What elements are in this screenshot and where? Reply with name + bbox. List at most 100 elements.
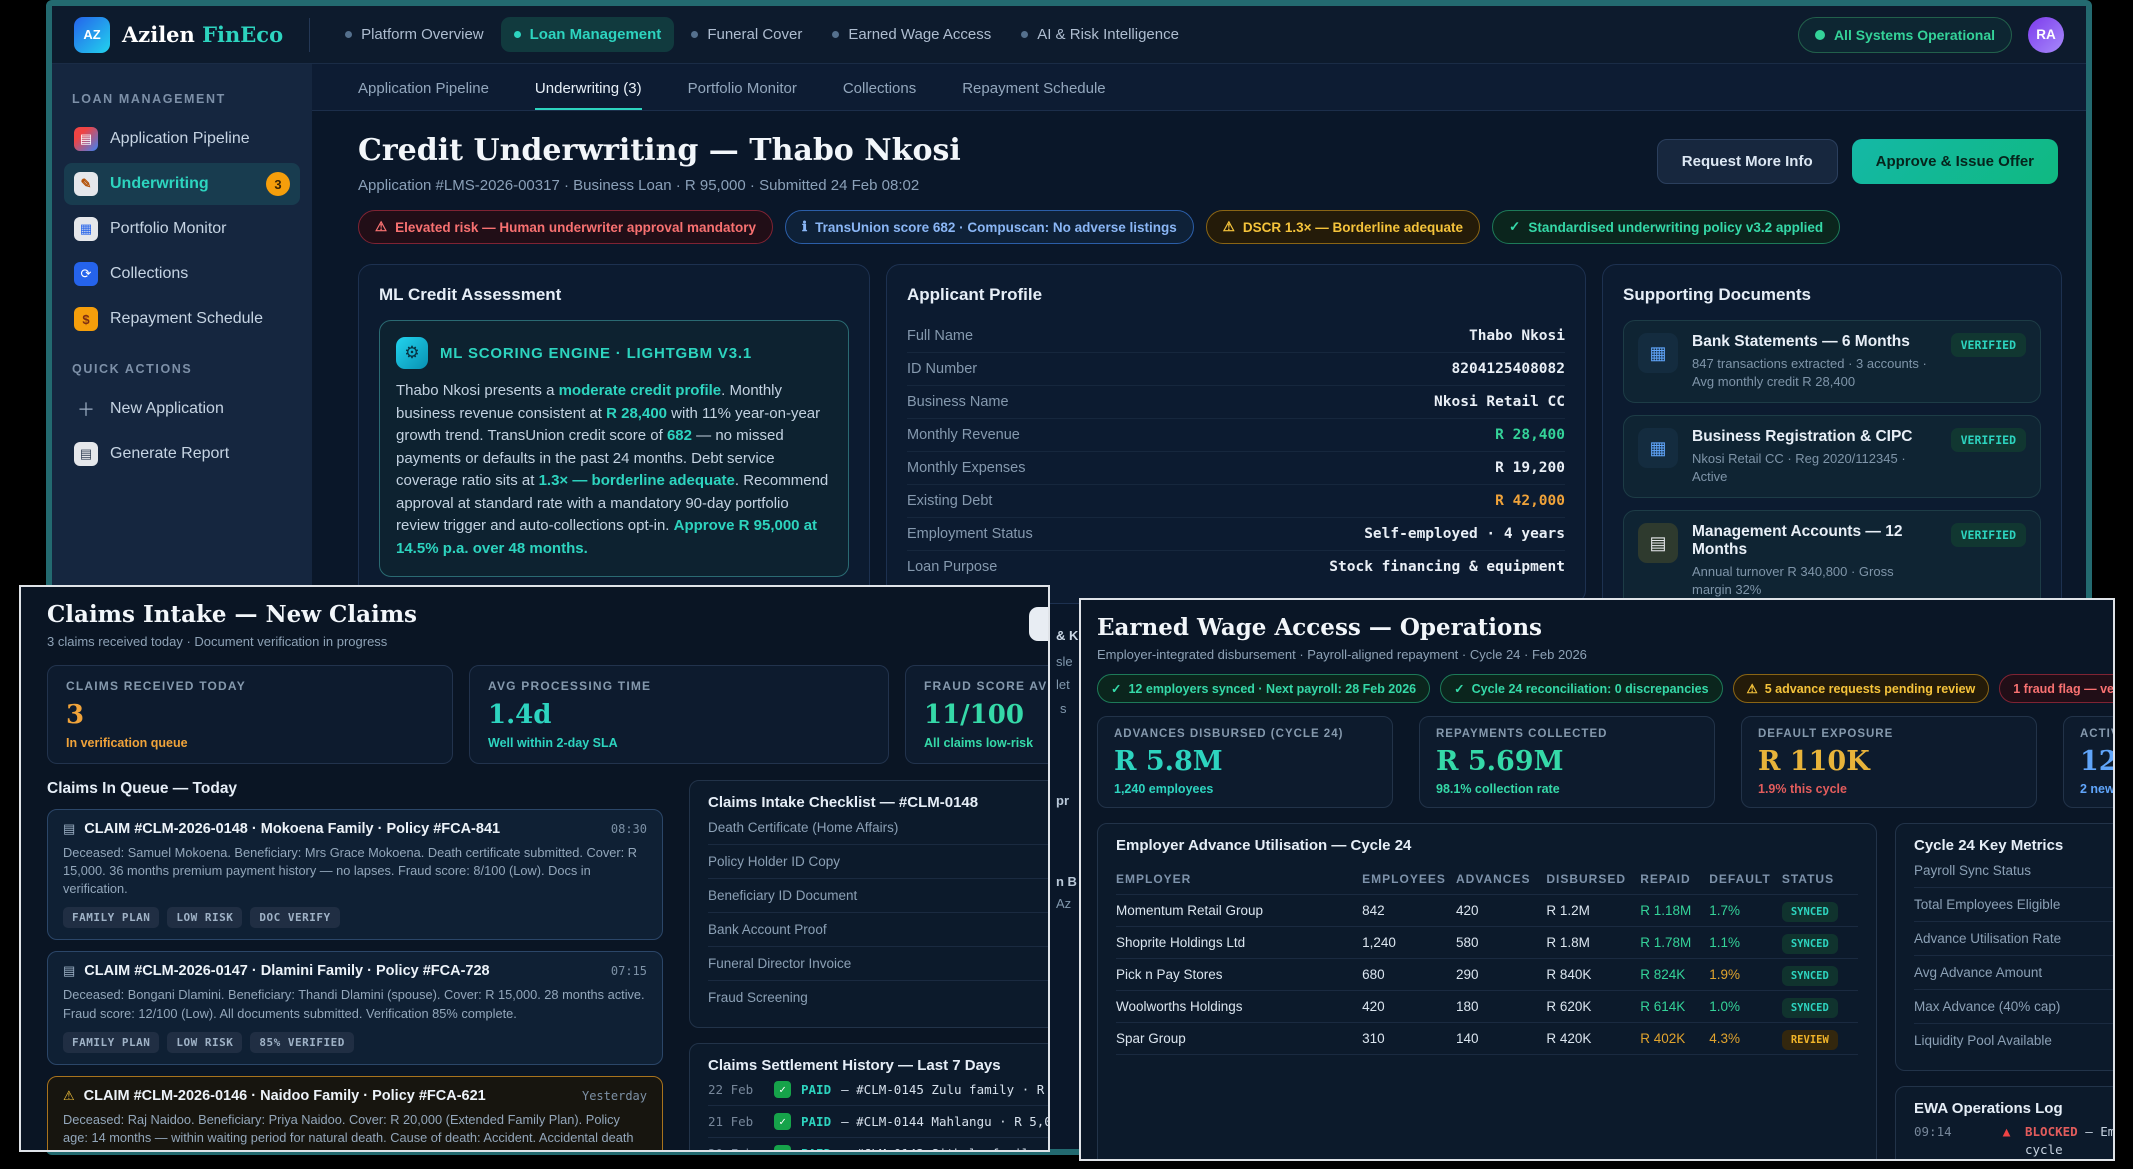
application-pipeline-icon: ▤ [74, 127, 98, 151]
table-row: Woolworths Holdings 420 180 R 620K R 614… [1116, 991, 1858, 1023]
alarm-icon: ▲ [1998, 1124, 2015, 1141]
stat-active-employers: ACTIVE EMPLO 12 2 new [2063, 716, 2115, 808]
claim-tag: 85% VERIFIED [250, 1032, 353, 1053]
ml-assessment-text: Thabo Nkosi presents a moderate credit p… [396, 380, 832, 560]
nav-dot-icon [691, 31, 698, 38]
nav-earned-wage-access[interactable]: Earned Wage Access [819, 17, 1004, 52]
tab-collections[interactable]: Collections [843, 64, 916, 110]
history-date: 20 Feb [708, 1146, 764, 1152]
sidebar-item-collections[interactable]: ⟳ Collections [64, 253, 300, 295]
card-title: Applicant Profile [907, 285, 1565, 305]
page-title: Credit Underwriting — Thabo Nkosi [358, 133, 961, 168]
cell-advances: 140 [1456, 1031, 1546, 1046]
collections-icon: ⟳ [74, 262, 98, 286]
status-badge: REVIEW [1782, 1030, 1838, 1050]
alert-text: TransUnion score 682 · Compuscan: No adv… [815, 220, 1177, 235]
ml-credit-assessment-card: ML Credit Assessment ⚙ ML SCORING ENGINE… [358, 264, 870, 629]
cell-default: 1.7% [1709, 903, 1782, 918]
claims-stats-row: CLAIMS RECEIVED TODAY 3 In verification … [47, 665, 1050, 764]
report-icon: ▤ [74, 442, 98, 466]
status-badge: SYNCED [1782, 998, 1838, 1018]
stat-claims-received-today: CLAIMS RECEIVED TODAY 3 In verification … [47, 665, 453, 764]
tab-portfolio-monitor[interactable]: Portfolio Monitor [688, 64, 797, 110]
log-text: — Employee #4 [2085, 1124, 2115, 1139]
alert-text: DSCR 1.3× — Borderline adequate [1243, 220, 1463, 235]
sidebar-item-underwriting[interactable]: ✎ Underwriting 3 [64, 163, 300, 205]
log-row: 09:14 ▲ BLOCKED — Employee #4cycle [1914, 1117, 2115, 1161]
document-business-registration[interactable]: ▦ Business Registration & CIPCNkosi Reta… [1623, 415, 2041, 498]
claim-tag: LOW RISK [167, 1032, 242, 1053]
sidebar-item-new-application[interactable]: ＋ New Application [64, 388, 300, 430]
checklist-item[interactable]: Policy Holder ID Copy [708, 845, 1050, 879]
claim-card-0148[interactable]: ▤ CLAIM #CLM-2026-0148 · Mokoena Family … [47, 809, 663, 940]
document-bank-statements[interactable]: ▦ Bank Statements — 6 Months847 transact… [1623, 320, 2041, 403]
nav-funeral-cover[interactable]: Funeral Cover [678, 17, 815, 52]
check-icon: ✓ [774, 1081, 791, 1098]
claim-card-0146[interactable]: ⚠ CLAIM #CLM-2026-0146 · Naidoo Family ·… [47, 1076, 663, 1152]
ml-engine-icon: ⚙ [396, 337, 428, 369]
request-more-info-button[interactable]: Request More Info [1657, 139, 1838, 184]
pending-review-badge: ⚠5 advance requests pending review [1733, 674, 1990, 703]
badge-text: 1 fraud flag — velocity anomaly [2013, 682, 2115, 696]
approve-issue-offer-button[interactable]: Approve & Issue Offer [1852, 139, 2058, 184]
top-bar: AZ Azilen FinEco Platform Overview Loan … [52, 6, 2086, 64]
claim-tag: FAMILY PLAN [63, 1032, 159, 1053]
stat-value: 3 [66, 700, 434, 730]
checklist-item[interactable]: Death Certificate (Home Affairs) [708, 811, 1050, 845]
checklist-item[interactable]: Funeral Director Invoice [708, 947, 1050, 981]
stat-label: REPAYMENTS COLLECTED [1436, 728, 1698, 740]
system-status-pill[interactable]: All Systems Operational [1798, 17, 2012, 53]
stat-label: DEFAULT EXPOSURE [1758, 728, 2020, 740]
status-label: All Systems Operational [1834, 27, 1995, 43]
history-row: 21 Feb ✓ PAID — #CLM-0144 Mahlangu · R 5… [708, 1106, 1050, 1138]
brand-name-main: Azilen [122, 22, 195, 47]
checklist-item[interactable]: Fraud Screening [708, 981, 1050, 1014]
log-time: 09:14 [1914, 1124, 1988, 1139]
document-management-accounts[interactable]: ▤ Management Accounts — 12 MonthsAnnual … [1623, 510, 2041, 611]
alert-badges-row: ⚠Elevated risk — Human underwriter appro… [312, 194, 2086, 244]
cell-disbursed: R 1.2M [1546, 903, 1640, 918]
field-value: R 19,200 [1495, 460, 1565, 476]
management-accounts-icon: ▤ [1638, 523, 1678, 563]
ml-seg-highlight: R 28,400 [606, 405, 667, 422]
nav-platform-overview[interactable]: Platform Overview [332, 17, 497, 52]
badge-text: 5 advance requests pending review [1765, 682, 1976, 696]
cell-default: 1.0% [1709, 999, 1782, 1014]
clipped-button[interactable] [1029, 607, 1050, 641]
tab-application-pipeline[interactable]: Application Pipeline [358, 64, 489, 110]
sidebar-item-application-pipeline[interactable]: ▤ Application Pipeline [64, 118, 300, 160]
column-header: ADVANCES [1456, 872, 1546, 886]
field-value: Self-employed · 4 years [1364, 526, 1565, 542]
checklist-item[interactable]: Bank Account Proof [708, 913, 1050, 947]
nav-label: AI & Risk Intelligence [1037, 26, 1179, 43]
clipboard-icon: ▤ [63, 821, 75, 837]
field-label: Business Name [907, 394, 1009, 410]
policy-badge: ✓Standardised underwriting policy v3.2 a… [1492, 210, 1840, 244]
cell-employees: 310 [1362, 1031, 1456, 1046]
table-row: Momentum Retail Group 842 420 R 1.2M R 1… [1116, 895, 1858, 927]
top-bar-right: All Systems Operational RA [1798, 17, 2064, 53]
claims-window-subtitle: 3 claims received today · Document verif… [47, 634, 1048, 649]
ewa-badges-row: ✓12 employers synced · Next payroll: 28 … [1097, 674, 2115, 703]
claim-card-0147[interactable]: ▤ CLAIM #CLM-2026-0147 · Dlamini Family … [47, 951, 663, 1064]
stat-subtext: 1.9% this cycle [1758, 782, 2020, 796]
document-title: Bank Statements — 6 Months [1692, 333, 1937, 351]
tab-repayment-schedule[interactable]: Repayment Schedule [962, 64, 1105, 110]
claims-history-panel: Claims Settlement History — Last 7 Days … [689, 1043, 1050, 1152]
claim-tag: LOW RISK [167, 907, 242, 928]
check-icon: ✓ [1509, 219, 1520, 235]
brand-name: Azilen FinEco [122, 22, 283, 47]
nav-ai-risk-intelligence[interactable]: AI & Risk Intelligence [1008, 17, 1192, 52]
sidebar-item-generate-report[interactable]: ▤ Generate Report [64, 433, 300, 475]
column-header: DISBURSED [1546, 872, 1640, 886]
sidebar-item-label: Application Pipeline [110, 130, 250, 148]
field-label: Monthly Expenses [907, 460, 1025, 476]
nav-loan-management[interactable]: Loan Management [501, 17, 675, 52]
checklist-item[interactable]: Beneficiary ID Document [708, 879, 1050, 913]
user-avatar[interactable]: RA [2028, 17, 2064, 53]
sidebar-item-repayment-schedule[interactable]: $ Repayment Schedule [64, 298, 300, 340]
sidebar-item-portfolio-monitor[interactable]: ▦ Portfolio Monitor [64, 208, 300, 250]
history-text: — #CLM-0145 Zulu family · R 15,000 · 1. [841, 1082, 1050, 1097]
dscr-badge: ⚠DSCR 1.3× — Borderline adequate [1206, 210, 1480, 244]
tab-underwriting[interactable]: Underwriting (3) [535, 64, 642, 110]
